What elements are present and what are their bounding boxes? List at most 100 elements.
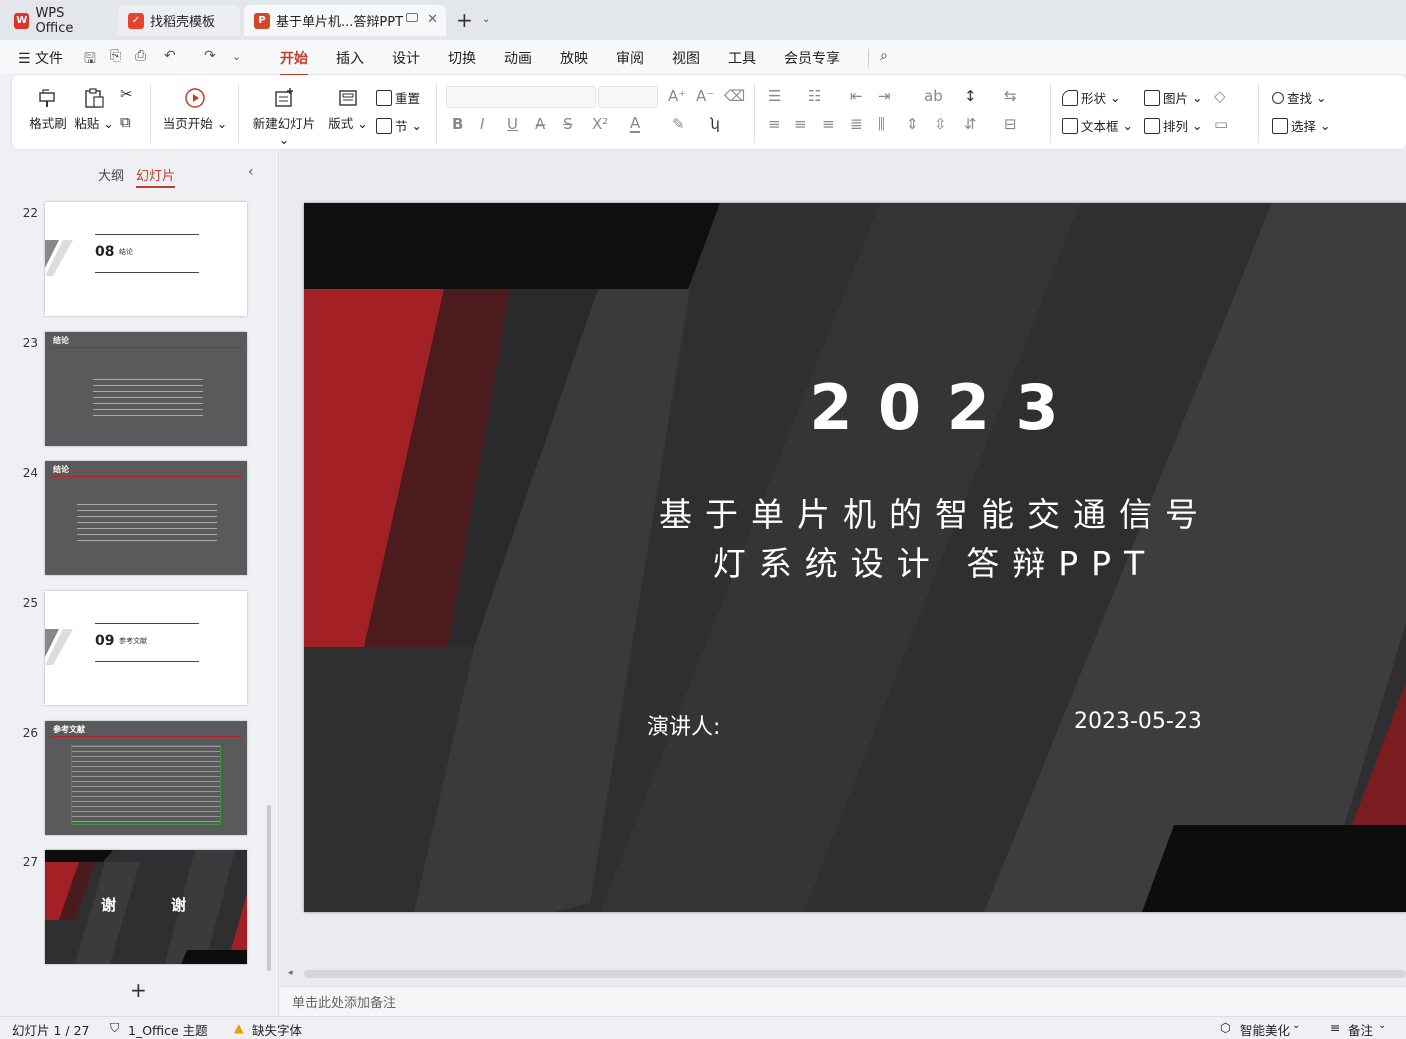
add-slide-icon[interactable]: +: [130, 978, 147, 1002]
column-icon[interactable]: ⇵: [964, 115, 977, 133]
outline-tab[interactable]: 大纲: [98, 165, 124, 184]
arrange-button[interactable]: 排列 ⌄: [1144, 116, 1202, 135]
numbering-icon[interactable]: ☷: [808, 87, 821, 105]
sort-icon[interactable]: ↕: [964, 87, 977, 105]
smart-beautify[interactable]: 智能美化: [1240, 1020, 1290, 1039]
superscript-icon[interactable]: X²: [592, 115, 608, 133]
find-button[interactable]: 查找 ⌄: [1272, 88, 1326, 107]
slide-title-line2[interactable]: 灯系统设计 答辩PPT: [304, 537, 1406, 585]
scroll-left-icon[interactable]: ◂: [288, 968, 293, 978]
monitor-icon[interactable]: [406, 13, 418, 22]
menu-design[interactable]: 设计: [392, 48, 420, 68]
decrease-indent-icon[interactable]: ⇤: [850, 87, 863, 105]
chevron-down-icon[interactable]: ⌄: [1378, 1020, 1386, 1031]
slide-year[interactable]: 2 0 2 3: [304, 371, 1406, 444]
tab-wps-office[interactable]: W WPS Office: [4, 5, 114, 36]
align-left-icon[interactable]: ≡: [768, 115, 781, 133]
font-family-select[interactable]: [446, 86, 596, 108]
highlight-icon[interactable]: ✎: [672, 115, 685, 133]
italic-icon[interactable]: I: [480, 115, 484, 133]
textbox-button[interactable]: 文本框 ⌄: [1062, 116, 1133, 135]
cut-icon[interactable]: ✂: [120, 85, 133, 103]
notes-toggle-icon[interactable]: ≡: [1330, 1020, 1340, 1035]
tab-docer[interactable]: ✓ 找稻壳模板: [118, 5, 240, 36]
menu-animation[interactable]: 动画: [504, 48, 532, 68]
menu-member[interactable]: 会员专享: [784, 48, 840, 68]
reset-button[interactable]: 重置: [376, 88, 420, 107]
slide-thumbnail-26[interactable]: 参考文献: [45, 721, 247, 835]
menu-tools[interactable]: 工具: [728, 48, 756, 68]
shape-button[interactable]: 形状 ⌄: [1062, 88, 1120, 107]
increase-font-icon[interactable]: A⁺: [668, 87, 686, 105]
chevron-down-icon[interactable]: ⌄: [482, 14, 490, 25]
export-icon[interactable]: ⎘: [110, 48, 121, 64]
file-menu[interactable]: ☰ 文件: [18, 48, 63, 68]
increase-indent-icon[interactable]: ⇥: [878, 87, 891, 105]
justify-icon[interactable]: ≣: [850, 115, 863, 133]
align-center-icon[interactable]: ≡: [794, 115, 807, 133]
font-size-select[interactable]: [598, 86, 658, 108]
missing-font[interactable]: 缺失字体: [252, 1020, 302, 1039]
chevron-down-icon[interactable]: ⌄: [1292, 1020, 1300, 1031]
outline-icon[interactable]: ▭: [1214, 115, 1228, 133]
slides-tab[interactable]: 幻灯片: [136, 165, 176, 188]
layout-button[interactable]: 版式 ⌄: [328, 87, 368, 132]
tab-document[interactable]: P 基于单片机...答辩PPT ✕: [244, 5, 446, 36]
line-spacing-icon[interactable]: ⇕: [906, 115, 919, 133]
shadow-icon[interactable]: S: [563, 115, 573, 133]
panel-scrollbar[interactable]: [267, 805, 271, 971]
play-from-current-button[interactable]: 当页开始 ⌄: [160, 87, 230, 132]
picture-button[interactable]: 图片 ⌄: [1144, 88, 1202, 107]
slide-thumbnail-23[interactable]: 结论: [45, 332, 247, 446]
slide-thumbnail-27[interactable]: 谢 谢: [45, 850, 247, 964]
notes-toggle[interactable]: 备注: [1348, 1020, 1373, 1039]
menu-insert[interactable]: 插入: [336, 48, 364, 68]
text-direction-icon[interactable]: ab: [924, 87, 943, 105]
slide-thumbnail-24[interactable]: 结论: [45, 461, 247, 575]
fill-icon[interactable]: ◇: [1214, 87, 1226, 105]
horizontal-scrollbar[interactable]: [304, 970, 1406, 978]
menu-view[interactable]: 视图: [672, 48, 700, 68]
slide-thumbnail-25[interactable]: 09 参考文献: [45, 591, 247, 705]
decrease-font-icon[interactable]: A⁻: [696, 87, 714, 105]
menu-home[interactable]: 开始: [280, 48, 308, 76]
save-icon[interactable]: 🖫: [84, 48, 96, 72]
beautify-icon[interactable]: ⬡: [1220, 1020, 1231, 1035]
menu-review[interactable]: 审阅: [616, 48, 644, 68]
quick-access-dropdown-icon[interactable]: ⌄: [232, 50, 241, 63]
print-preview-icon[interactable]: ⎙: [135, 48, 146, 64]
undo-icon[interactable]: ↶: [164, 48, 176, 64]
bullets-icon[interactable]: ☰: [768, 87, 781, 105]
slide-date[interactable]: 2023-05-23: [1074, 709, 1202, 734]
strikethrough-icon[interactable]: A̶: [535, 115, 545, 133]
theme-icon[interactable]: ⛉: [110, 1020, 119, 1036]
convert-icon[interactable]: ⇆: [1004, 87, 1017, 105]
slide-presenter[interactable]: 演讲人:: [647, 709, 720, 741]
copy-icon[interactable]: ⧉: [120, 113, 131, 131]
align-right-icon[interactable]: ≡: [822, 115, 835, 133]
para-spacing-icon[interactable]: ⇳: [934, 115, 947, 133]
underline-icon[interactable]: U: [507, 115, 518, 133]
new-slide-button[interactable]: 新建幻灯片 ⌄: [246, 87, 322, 147]
redo-icon[interactable]: ↷: [204, 48, 216, 64]
theme-name[interactable]: 1_Office 主题: [128, 1020, 208, 1039]
paste-button[interactable]: 粘贴 ⌄: [74, 87, 114, 132]
current-slide[interactable]: 2 0 2 3 基于单片机的智能交通信号 灯系统设计 答辩PPT 演讲人: 20…: [304, 203, 1406, 912]
slide-title-line1[interactable]: 基于单片机的智能交通信号: [304, 488, 1406, 536]
clear-format-icon[interactable]: ⌫: [724, 87, 745, 105]
select-button[interactable]: 选择 ⌄: [1272, 116, 1330, 135]
close-tab-icon[interactable]: ✕: [427, 12, 438, 27]
search-icon[interactable]: ⌕: [880, 48, 888, 64]
bold-icon[interactable]: B: [452, 115, 463, 133]
format-painter-button[interactable]: 格式刷: [28, 87, 68, 132]
new-tab-icon[interactable]: +: [456, 8, 473, 32]
font-color-icon[interactable]: A: [630, 115, 641, 133]
section-button[interactable]: 节 ⌄: [376, 116, 422, 135]
distribute-icon[interactable]: ⫼: [878, 115, 885, 133]
menu-slideshow[interactable]: 放映: [560, 48, 588, 68]
collapse-panel-icon[interactable]: ‹: [248, 164, 254, 180]
text-align-icon[interactable]: ⊟: [1004, 115, 1017, 133]
slide-thumbnail-22[interactable]: 08 结论: [45, 202, 247, 316]
char-spacing-icon[interactable]: ʮ: [710, 115, 720, 133]
notes-area[interactable]: 单击此处添加备注: [280, 986, 1406, 1016]
